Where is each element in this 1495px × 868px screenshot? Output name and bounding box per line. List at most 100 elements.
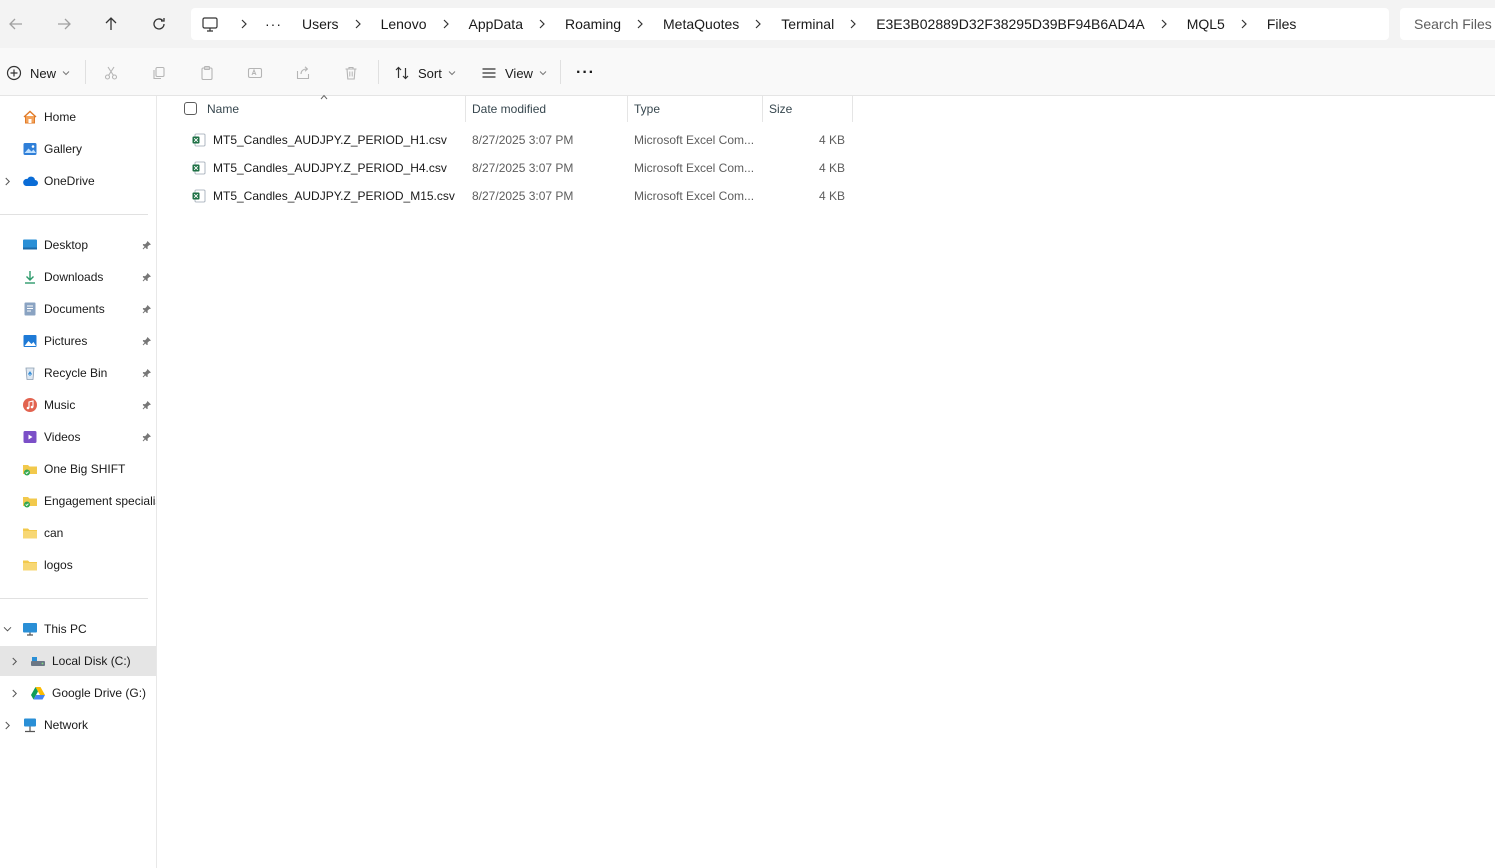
plus-circle-icon — [6, 65, 22, 81]
breadcrumb-users[interactable]: Users — [300, 16, 341, 32]
document-icon — [22, 301, 38, 317]
up-button[interactable] — [95, 8, 127, 40]
chevron-right-icon[interactable] — [9, 688, 19, 698]
google-drive-icon — [30, 685, 46, 701]
music-icon — [22, 397, 38, 413]
sidebar-item-home[interactable]: Home — [0, 102, 156, 132]
sidebar-item-logos[interactable]: logos — [0, 550, 156, 580]
sidebar-item-label: This PC — [44, 622, 87, 636]
sidebar-item-network[interactable]: Network — [0, 710, 156, 740]
pin-icon[interactable] — [142, 368, 152, 378]
chevron-right-icon[interactable] — [441, 19, 451, 29]
computer-icon[interactable] — [201, 15, 219, 33]
command-separator — [85, 60, 86, 84]
sidebar-item-label: Network — [44, 718, 89, 732]
sidebar-item-videos[interactable]: Videos — [0, 422, 156, 452]
sidebar-item-can[interactable]: can — [0, 518, 156, 548]
column-divider[interactable] — [852, 96, 853, 122]
cut-button[interactable] — [103, 59, 119, 87]
see-more-button[interactable]: ··· — [576, 59, 595, 87]
breadcrumb-lenovo[interactable]: Lenovo — [379, 16, 429, 32]
chevron-down-icon[interactable] — [2, 624, 12, 634]
sidebar-item-google-drive[interactable]: Google Drive (G:) — [0, 678, 156, 708]
excel-file-icon — [192, 189, 206, 203]
sidebar-item-recycle-bin[interactable]: Recycle Bin — [0, 358, 156, 388]
column-header-name[interactable]: Name — [207, 96, 239, 122]
column-divider[interactable] — [627, 96, 628, 122]
breadcrumb-appdata[interactable]: AppData — [467, 16, 525, 32]
sidebar-item-pictures[interactable]: Pictures — [0, 326, 156, 356]
file-type: Microsoft Excel Com... — [634, 161, 755, 175]
chevron-right-icon[interactable] — [1239, 19, 1249, 29]
breadcrumb-metaquotes[interactable]: MetaQuotes — [661, 16, 741, 32]
breadcrumb-overflow[interactable]: ··· — [265, 16, 282, 32]
file-type: Microsoft Excel Com... — [634, 133, 755, 147]
share-button[interactable] — [295, 59, 311, 87]
folder-icon — [22, 525, 38, 541]
pin-icon[interactable] — [142, 400, 152, 410]
chevron-right-icon[interactable] — [239, 19, 249, 29]
sidebar-item-gallery[interactable]: Gallery — [0, 134, 156, 164]
computer-icon — [22, 621, 38, 637]
chevron-right-icon[interactable] — [2, 176, 12, 186]
sidebar-item-documents[interactable]: Documents — [0, 294, 156, 324]
breadcrumb[interactable]: ··· Users Lenovo AppData Roaming MetaQuo… — [191, 8, 1389, 40]
pin-icon[interactable] — [142, 272, 152, 282]
select-all-checkbox[interactable] — [184, 102, 197, 115]
search-input[interactable]: Search Files — [1400, 8, 1495, 40]
copy-button[interactable] — [151, 59, 167, 87]
sidebar-item-downloads[interactable]: Downloads — [0, 262, 156, 292]
column-divider[interactable] — [465, 96, 466, 122]
sidebar-item-desktop[interactable]: Desktop — [0, 230, 156, 260]
view-button[interactable]: View — [481, 59, 547, 87]
paste-button[interactable] — [199, 59, 215, 87]
table-row[interactable]: MT5_Candles_AUDJPY.Z_PERIOD_M15.csv 8/27… — [184, 182, 852, 210]
breadcrumb-terminal[interactable]: Terminal — [779, 16, 836, 32]
chevron-right-icon[interactable] — [1159, 19, 1169, 29]
column-header-date-modified[interactable]: Date modified — [472, 96, 546, 122]
sidebar-item-this-pc[interactable]: This PC — [0, 614, 156, 644]
network-icon — [22, 717, 38, 733]
breadcrumb-mql5[interactable]: MQL5 — [1185, 16, 1227, 32]
table-row[interactable]: MT5_Candles_AUDJPY.Z_PERIOD_H4.csv 8/27/… — [184, 154, 852, 182]
sidebar-item-one-big-shift[interactable]: One Big SHIFT — [0, 454, 156, 484]
chevron-right-icon[interactable] — [848, 19, 858, 29]
chevron-right-icon[interactable] — [753, 19, 763, 29]
sidebar-item-onedrive[interactable]: OneDrive — [0, 166, 156, 196]
recycle-bin-icon — [22, 365, 38, 381]
pin-icon[interactable] — [142, 336, 152, 346]
chevron-right-icon[interactable] — [9, 656, 19, 666]
sidebar-item-music[interactable]: Music — [0, 390, 156, 420]
chevron-right-icon[interactable] — [537, 19, 547, 29]
sidebar-divider — [0, 214, 148, 215]
rename-button[interactable] — [247, 59, 263, 87]
pin-icon[interactable] — [142, 240, 152, 250]
drive-icon — [30, 653, 46, 669]
new-button[interactable]: New — [6, 59, 70, 87]
breadcrumb-roaming[interactable]: Roaming — [563, 16, 623, 32]
pin-icon[interactable] — [142, 304, 152, 314]
column-divider[interactable] — [762, 96, 763, 122]
sidebar-item-label: Videos — [44, 430, 81, 444]
table-row[interactable]: MT5_Candles_AUDJPY.Z_PERIOD_H1.csv 8/27/… — [184, 126, 852, 154]
sidebar-item-local-disk[interactable]: Local Disk (C:) — [0, 646, 156, 676]
address-bar-row: ··· Users Lenovo AppData Roaming MetaQuo… — [0, 0, 1495, 48]
chevron-right-icon[interactable] — [2, 720, 12, 730]
delete-button[interactable] — [343, 59, 359, 87]
navigation-pane: Home Gallery OneDrive Desktop Downloads … — [0, 96, 157, 868]
file-type: Microsoft Excel Com... — [634, 189, 755, 203]
breadcrumb-terminal-id[interactable]: E3E3B02889D32F38295D39BF94B6AD4A — [874, 16, 1147, 32]
sidebar-item-label: Pictures — [44, 334, 88, 348]
chevron-right-icon[interactable] — [635, 19, 645, 29]
column-header-type[interactable]: Type — [634, 96, 660, 122]
breadcrumb-files[interactable]: Files — [1265, 16, 1299, 32]
refresh-button[interactable] — [143, 8, 175, 40]
chevron-right-icon[interactable] — [353, 19, 363, 29]
back-button[interactable] — [0, 8, 32, 40]
column-header-size[interactable]: Size — [769, 96, 792, 122]
pin-icon[interactable] — [142, 432, 152, 442]
forward-button[interactable] — [48, 8, 80, 40]
sidebar-item-engagement[interactable]: Engagement specialis — [0, 486, 156, 516]
sidebar-item-label: Google Drive (G:) — [52, 686, 147, 700]
sort-button[interactable]: Sort — [394, 59, 456, 87]
